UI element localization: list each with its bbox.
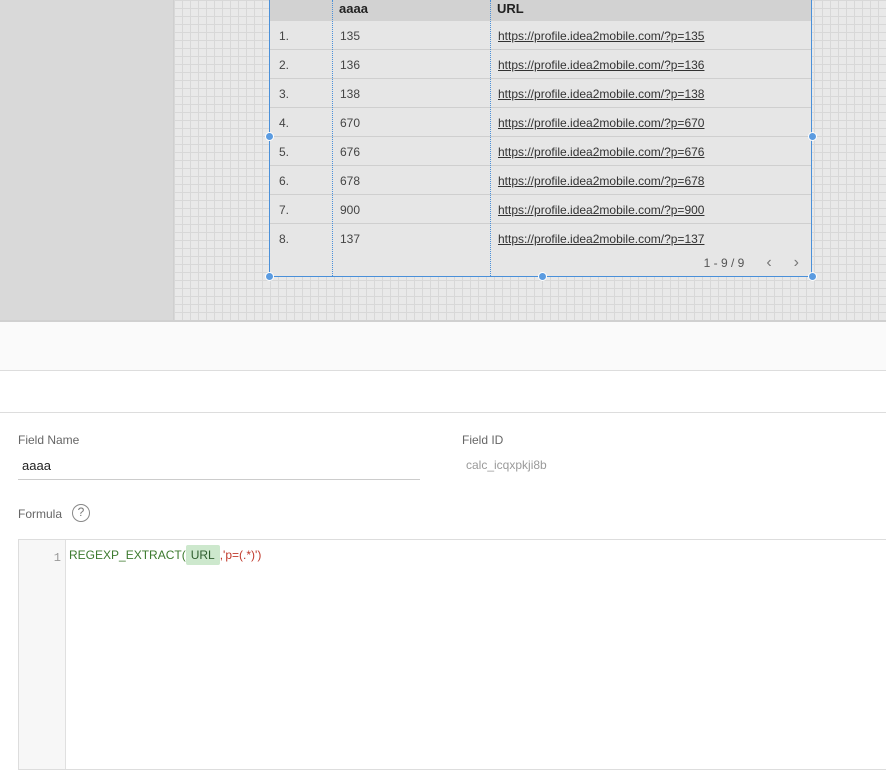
row-url-link[interactable]: https://profile.idea2mobile.com/?p=137 — [498, 232, 704, 246]
table-row: 8. 137 https://profile.idea2mobile.com/?… — [270, 224, 811, 253]
row-url-link[interactable]: https://profile.idea2mobile.com/?p=138 — [498, 87, 704, 101]
formula-field-chip[interactable]: URL — [185, 545, 220, 565]
left-panel — [0, 0, 174, 322]
editor-subheader — [0, 371, 886, 413]
table-row: 1. 135 https://profile.idea2mobile.com/?… — [270, 21, 811, 50]
editor-toolbar — [0, 322, 886, 371]
row-value: 137 — [340, 232, 361, 246]
editor-gutter: 1 — [19, 540, 66, 769]
formula-function: REGEXP_EXTRACT( — [69, 548, 186, 562]
row-url-link[interactable]: https://profile.idea2mobile.com/?p=670 — [498, 116, 704, 130]
header-dimension[interactable]: aaaa — [339, 1, 368, 16]
formula-code-line[interactable]: REGEXP_EXTRACT( URL ,'p=(.*)') — [69, 545, 261, 565]
chevron-right-icon[interactable]: › — [794, 254, 799, 272]
field-name-label: Field Name — [18, 433, 80, 447]
row-url-link[interactable]: https://profile.idea2mobile.com/?p=676 — [498, 145, 704, 159]
row-value: 135 — [340, 29, 361, 43]
field-name-input[interactable]: aaaa — [22, 458, 51, 473]
table-chart[interactable]: aaaa URL 1. 135 https://profile.idea2mob… — [269, 0, 812, 277]
row-value: 138 — [340, 87, 361, 101]
row-url-link[interactable]: https://profile.idea2mobile.com/?p=678 — [498, 174, 704, 188]
row-url-link[interactable]: https://profile.idea2mobile.com/?p=135 — [498, 29, 704, 43]
row-index: 1. — [279, 29, 290, 43]
table-row: 3. 138 https://profile.idea2mobile.com/?… — [270, 79, 811, 108]
row-index: 6. — [279, 174, 290, 188]
row-url-link[interactable]: https://profile.idea2mobile.com/?p=136 — [498, 58, 704, 72]
help-icon[interactable]: ? — [72, 504, 90, 522]
resize-handle-right[interactable] — [808, 132, 817, 141]
resize-handle-bottom-right[interactable] — [808, 272, 817, 281]
row-index: 5. — [279, 145, 290, 159]
formula-argument: ,'p=(.*)') — [219, 548, 262, 562]
row-value: 136 — [340, 58, 361, 72]
chevron-left-icon[interactable]: ‹ — [766, 254, 771, 272]
row-index: 4. — [279, 116, 290, 130]
table-row: 5. 676 https://profile.idea2mobile.com/?… — [270, 137, 811, 166]
field-id-label: Field ID — [462, 433, 504, 447]
table-header: aaaa URL — [270, 0, 811, 21]
row-value: 900 — [340, 203, 361, 217]
resize-handle-bottom[interactable] — [538, 272, 547, 281]
row-value: 670 — [340, 116, 361, 130]
resize-handle-bottom-left[interactable] — [265, 272, 274, 281]
resize-handle-left[interactable] — [265, 132, 274, 141]
table-row: 4. 670 https://profile.idea2mobile.com/?… — [270, 108, 811, 137]
pagination-label: 1 - 9 / 9 — [703, 256, 745, 270]
table-row: 7. 900 https://profile.idea2mobile.com/?… — [270, 195, 811, 224]
field-id-value: calc_icqxpkji8b — [466, 458, 547, 472]
row-url-link[interactable]: https://profile.idea2mobile.com/?p=900 — [498, 203, 704, 217]
table-row: 6. 678 https://profile.idea2mobile.com/?… — [270, 166, 811, 195]
row-value: 676 — [340, 145, 361, 159]
table-pagination: 1 - 9 / 9 ‹ › — [704, 254, 799, 272]
line-number: 1 — [53, 551, 61, 565]
header-url[interactable]: URL — [497, 1, 524, 16]
table-row: 2. 136 https://profile.idea2mobile.com/?… — [270, 50, 811, 79]
row-index: 8. — [279, 232, 290, 246]
row-index: 2. — [279, 58, 290, 72]
column-divider[interactable] — [490, 0, 491, 276]
field-name-underline — [18, 479, 420, 480]
row-index: 7. — [279, 203, 290, 217]
column-divider[interactable] — [332, 0, 333, 276]
formula-editor[interactable]: 1 REGEXP_EXTRACT( URL ,'p=(.*)') — [18, 539, 886, 770]
row-value: 678 — [340, 174, 361, 188]
formula-label: Formula — [18, 507, 63, 521]
row-index: 3. — [279, 87, 290, 101]
report-canvas: aaaa URL 1. 135 https://profile.idea2mob… — [0, 0, 886, 322]
